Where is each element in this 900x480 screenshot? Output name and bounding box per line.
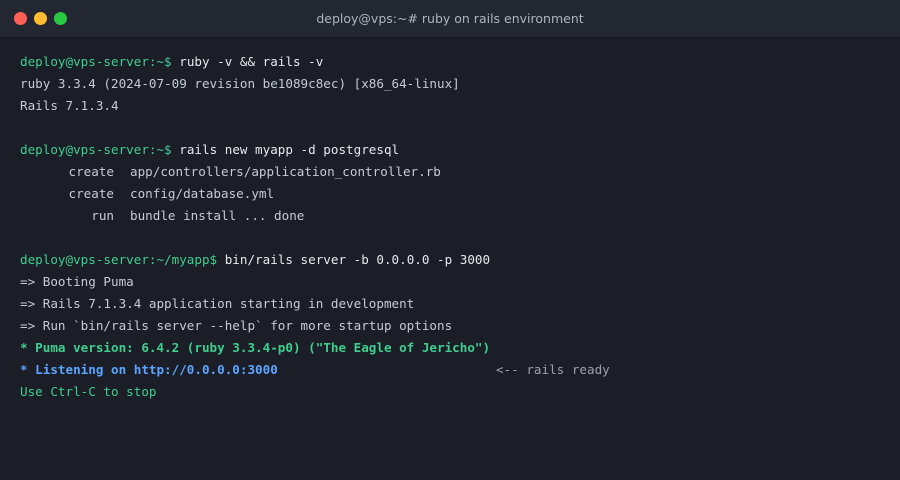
- shell-prompt: deploy@vps-server:~$: [20, 142, 172, 157]
- generator-action: create: [68, 164, 115, 179]
- shell-prompt: deploy@vps-server:~$: [20, 54, 172, 69]
- stop-hint: Use Ctrl-C to stop: [20, 384, 157, 399]
- ready-annotation: <-- rails ready: [496, 362, 610, 377]
- generator-path: config/database.yml: [130, 186, 275, 201]
- puma-version-line: * Puma version: 6.4.2 (ruby 3.3.4-p0) ("…: [20, 340, 491, 355]
- output-line: => Rails 7.1.3.4 application starting in…: [20, 296, 415, 311]
- generator-action: run: [91, 208, 114, 223]
- output-line: => Run `bin/rails server --help` for mor…: [20, 318, 453, 333]
- listening-line: * Listening on http://0.0.0.0:3000 <-- ra…: [20, 359, 880, 381]
- shell-prompt: deploy@vps-server:~/myapp$: [20, 252, 218, 267]
- window-title: deploy@vps:~# ruby on rails environment: [316, 11, 584, 26]
- command-line: deploy@vps-server:~$ ruby -v && rails -v: [20, 51, 880, 73]
- generator-action: create: [68, 186, 115, 201]
- command-text: rails new myapp -d postgresql: [171, 142, 400, 157]
- generator-path: bundle install ... done: [130, 208, 305, 223]
- generator-path: app/controllers/application_controller.r…: [130, 164, 441, 179]
- title-bar: deploy@vps:~# ruby on rails environment: [0, 0, 900, 38]
- generator-line: create app/controllers/application_contro…: [20, 161, 880, 183]
- terminal-output[interactable]: deploy@vps-server:~$ ruby -v && rails -v…: [20, 51, 880, 403]
- command-text: bin/rails server -b 0.0.0.0 -p 3000: [217, 252, 491, 267]
- terminal-window: deploy@vps:~# ruby on rails environment …: [0, 0, 900, 480]
- command-text: ruby -v && rails -v: [171, 54, 324, 69]
- command-line: deploy@vps-server:~$ rails new myapp -d …: [20, 139, 880, 161]
- output-line: Rails 7.1.3.4: [20, 98, 119, 113]
- output-line: ruby 3.3.4 (2024-07-09 revision be1089c8…: [20, 76, 460, 91]
- generator-line: create config/database.yml: [20, 183, 880, 205]
- listening-url[interactable]: * Listening on http://0.0.0.0:3000: [20, 362, 278, 377]
- command-line: deploy@vps-server:~/myapp$ bin/rails ser…: [20, 249, 880, 271]
- generator-line: run bundle install ... done: [20, 205, 880, 227]
- output-line: => Booting Puma: [20, 274, 134, 289]
